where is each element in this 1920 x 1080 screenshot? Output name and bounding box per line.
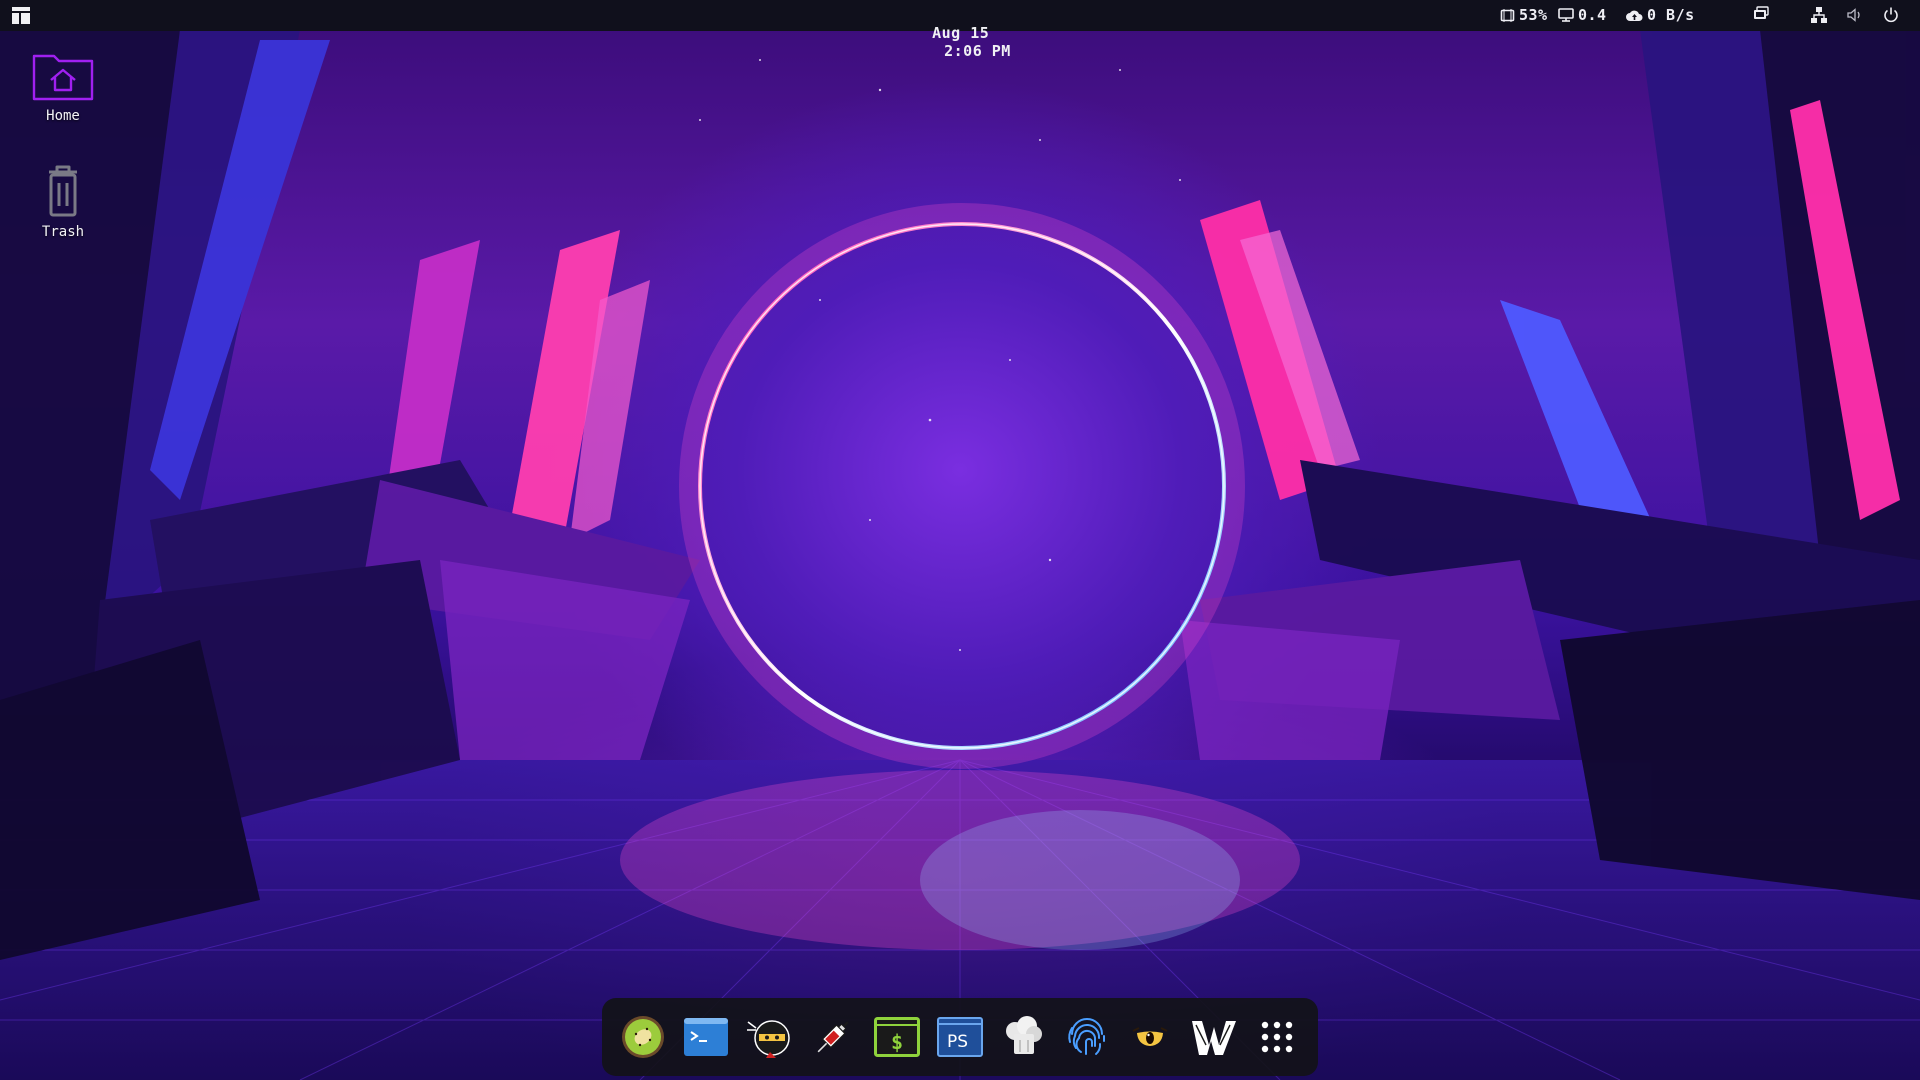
powershell-icon: PS	[936, 1017, 983, 1057]
trash-icon	[49, 165, 77, 217]
dock-item-kiwi[interactable]	[618, 1012, 668, 1062]
network-wired-icon	[1811, 7, 1827, 23]
cloud-icon	[1626, 10, 1643, 21]
chef-hat-icon	[1006, 1016, 1043, 1054]
dock-item-wpscan[interactable]	[1189, 1012, 1239, 1062]
shell-terminal-icon: $	[873, 1017, 920, 1057]
svg-text:PS: PS	[947, 1032, 968, 1052]
eye-icon	[1132, 1027, 1168, 1046]
home-folder-icon	[32, 54, 94, 101]
desktop-icon-label: Home	[46, 108, 80, 124]
desktop-icon-trash[interactable]: Trash	[18, 164, 108, 240]
cpu-icon	[1500, 8, 1515, 22]
dock-item-fingerprint[interactable]	[1062, 1012, 1112, 1062]
dock-item-chef[interactable]	[998, 1012, 1048, 1062]
dock-item-terminal[interactable]	[681, 1012, 731, 1062]
volume-indicator[interactable]	[1846, 6, 1864, 24]
svg-text:$: $	[891, 1030, 903, 1054]
app-grid-icon	[1261, 1021, 1293, 1053]
power-menu[interactable]	[1882, 6, 1900, 24]
screen-switch-indicator[interactable]	[1752, 6, 1770, 24]
windows-icon	[1754, 6, 1769, 19]
kiwi-icon	[622, 1016, 664, 1058]
desktop-wallpaper	[0, 0, 1920, 1080]
fingerprint-icon	[1068, 1018, 1105, 1055]
monitor-icon	[1558, 8, 1574, 22]
syringe-icon	[817, 1021, 849, 1053]
load-value: 0.4	[1578, 6, 1607, 24]
dock-item-powershell[interactable]: PS	[935, 1012, 985, 1062]
date-time-indicator[interactable]: Aug 15 2:06 PM	[894, 6, 1011, 78]
dock-item-syringe[interactable]	[808, 1012, 858, 1062]
ninja-icon	[746, 1020, 790, 1058]
wordpress-scan-icon	[1191, 1021, 1236, 1055]
cpu-percent: 53%	[1519, 6, 1548, 24]
speaker-icon	[1847, 8, 1860, 22]
power-icon	[1884, 7, 1898, 23]
desktop-icon-label: Trash	[41, 224, 85, 240]
top-panel: Aug 15 2:06 PM 53% 0.4 0 B/s	[0, 0, 1920, 60]
desktop-icon-home[interactable]: Home	[18, 50, 108, 124]
dock-item-show-apps[interactable]	[1252, 1012, 1302, 1062]
activities-button[interactable]	[12, 7, 30, 24]
time-label: 2:06 PM	[944, 42, 1011, 60]
cpu-indicator[interactable]: 53%	[1500, 5, 1548, 25]
dock: $ PS	[602, 998, 1318, 1076]
terminal-icon	[684, 1018, 729, 1056]
date-label: Aug 15	[932, 24, 990, 42]
network-indicator[interactable]	[1810, 6, 1828, 24]
net-speed-value: 0 B/s	[1647, 6, 1695, 24]
app-menu-icon	[12, 7, 30, 24]
network-speed-indicator[interactable]: 0 B/s	[1626, 5, 1695, 25]
dock-item-eye[interactable]	[1125, 1012, 1175, 1062]
load-indicator[interactable]: 0.4	[1558, 5, 1607, 25]
wallpaper-art	[0, 30, 1920, 1080]
dock-item-ninja[interactable]	[745, 1012, 795, 1062]
dock-item-shell-terminal[interactable]: $	[872, 1012, 922, 1062]
